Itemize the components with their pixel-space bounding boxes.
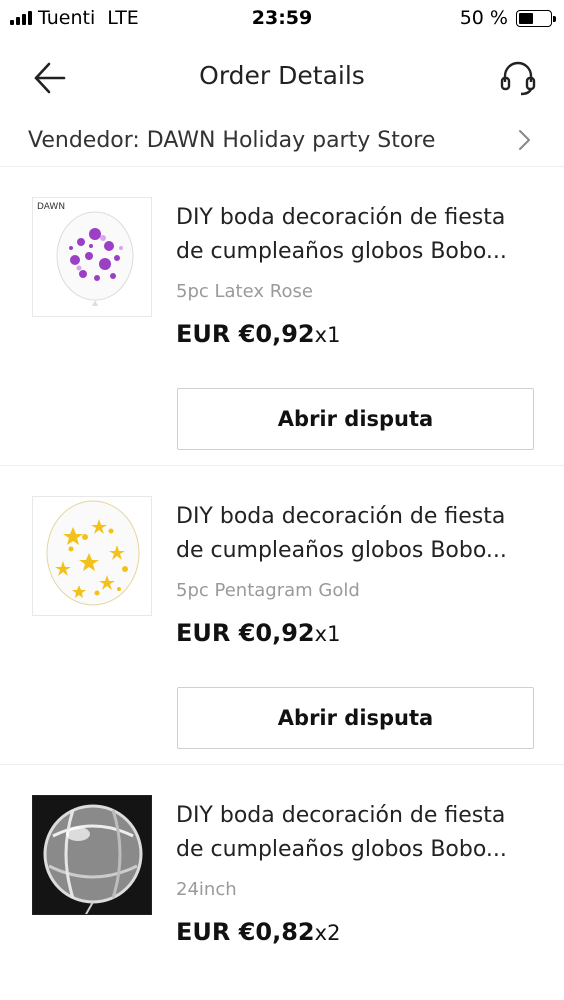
page-title: Order Details xyxy=(199,60,365,90)
battery-percent: 50 % xyxy=(459,7,508,29)
header: Order Details xyxy=(0,36,564,114)
battery-fill xyxy=(519,12,533,24)
product-title[interactable]: DIY boda decoración de fiesta de cumplea… xyxy=(176,799,536,867)
product-variant: 24inch xyxy=(176,879,237,900)
product-quantity: x2 xyxy=(314,921,341,945)
headset-icon xyxy=(500,61,536,96)
status-bar: Tuenti LTE 23:59 50 % xyxy=(0,0,564,36)
open-dispute-button[interactable]: Abrir disputa xyxy=(177,687,534,749)
product-price: EUR €0,82 xyxy=(176,918,315,946)
thumb-brand: DAWN xyxy=(37,202,66,212)
product-thumbnail[interactable]: DAWN xyxy=(32,197,152,317)
product-title[interactable]: DIY boda decoración de fiesta de cumplea… xyxy=(176,500,536,568)
customer-support-button[interactable] xyxy=(496,56,540,100)
order-item: DIY boda decoración de fiesta de cumplea… xyxy=(0,765,564,946)
order-item: DAWN DIY boda decoración de fiesta de cu… xyxy=(0,167,564,466)
product-price: EUR €0,92 xyxy=(176,619,315,647)
product-price: EUR €0,92 xyxy=(176,320,315,348)
seller-name: Vendedor: DAWN Holiday party Store xyxy=(28,127,436,153)
product-thumbnail[interactable] xyxy=(32,795,152,915)
product-quantity: x1 xyxy=(314,622,341,646)
order-item: DIY boda decoración de fiesta de cumplea… xyxy=(0,466,564,765)
balloon-image xyxy=(46,500,140,606)
product-thumbnail[interactable] xyxy=(32,496,152,616)
arrow-left-icon xyxy=(34,62,66,94)
balloon-image xyxy=(33,796,151,914)
product-title[interactable]: DIY boda decoración de fiesta de cumplea… xyxy=(176,201,536,269)
product-variant: 5pc Pentagram Gold xyxy=(176,580,360,601)
seller-row[interactable]: Vendedor: DAWN Holiday party Store xyxy=(0,114,564,167)
product-variant: 5pc Latex Rose xyxy=(176,281,313,302)
back-button[interactable] xyxy=(28,56,72,100)
balloon-image xyxy=(56,211,134,306)
product-quantity: x1 xyxy=(314,323,341,347)
open-dispute-button[interactable]: Abrir disputa xyxy=(177,388,534,450)
chevron-right-icon xyxy=(519,130,530,150)
battery-icon xyxy=(516,9,556,27)
